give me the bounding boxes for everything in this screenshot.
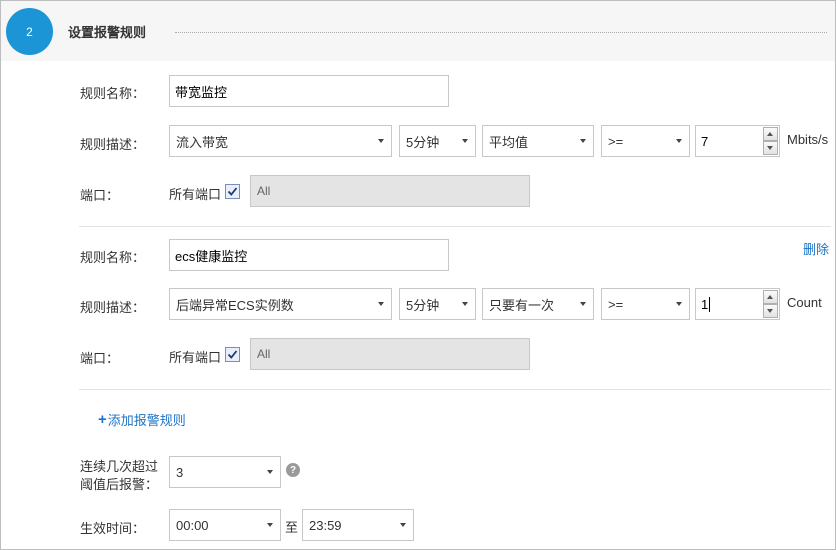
add-alarm-rule-link[interactable]: + 添加报警规则	[98, 410, 186, 429]
alarm-rules-panel: 2 设置报警规则 规则名称： 带宽监控 规则描述： 流入带宽 5分钟 平均值 >…	[0, 0, 836, 550]
step-header: 2 设置报警规则	[1, 1, 835, 61]
rule-1-threshold-value: 7	[701, 133, 709, 149]
rule-1-all-ports-checkbox[interactable]	[225, 184, 240, 199]
rule-2-metric-value: 后端异常ECS实例数	[176, 297, 294, 313]
chevron-down-icon	[580, 139, 586, 143]
rule-2-threshold-value: 1	[701, 296, 709, 312]
chevron-down-icon	[378, 302, 384, 306]
rule-1-desc-label: 规则描述：	[80, 137, 146, 152]
chevron-down-icon	[676, 302, 682, 306]
rule-1-name-label: 规则名称：	[80, 86, 146, 101]
text-cursor	[709, 296, 711, 312]
rule-2-threshold-input[interactable]: 1	[695, 288, 780, 320]
effective-time-end-select[interactable]: 23:59	[302, 509, 414, 541]
rule-1-operator-value: >=	[608, 133, 624, 149]
decrement-icon[interactable]	[763, 304, 778, 318]
trigger-count-label-line1: 连续几次超过	[80, 459, 159, 474]
increment-icon[interactable]	[763, 290, 778, 304]
rule-2-period-select[interactable]: 5分钟	[399, 288, 476, 320]
trigger-count-select[interactable]: 3	[169, 456, 281, 488]
plus-icon: +	[98, 411, 107, 428]
chevron-down-icon	[400, 523, 406, 527]
effective-time-label: 生效时间：	[80, 521, 146, 536]
rule-2-metric-select[interactable]: 后端异常ECS实例数	[169, 288, 392, 320]
rule-2-statistic-value: 只要有一次	[489, 297, 555, 313]
step-title: 设置报警规则	[68, 25, 147, 40]
rule-divider	[79, 226, 831, 227]
rule-1-metric-value: 流入带宽	[176, 134, 229, 150]
rule-1-threshold-input[interactable]: 7	[695, 125, 780, 157]
chevron-down-icon	[462, 139, 468, 143]
effective-time-to-label: 至	[285, 520, 299, 535]
chevron-down-icon	[676, 139, 682, 143]
chevron-down-icon	[378, 139, 384, 143]
rule-1-threshold-stepper	[763, 127, 778, 155]
rule-1-port-label: 端口：	[80, 188, 120, 203]
increment-icon[interactable]	[763, 127, 778, 141]
rule-1-period-select[interactable]: 5分钟	[399, 125, 476, 157]
checkmark-icon	[227, 350, 238, 359]
trigger-count-value: 3	[176, 464, 184, 480]
chevron-down-icon	[462, 302, 468, 306]
help-icon[interactable]: ?	[286, 463, 300, 477]
rule-2-all-ports-checkbox[interactable]	[225, 347, 240, 362]
rule-1-statistic-select[interactable]: 平均值	[482, 125, 594, 157]
rule-1-metric-select[interactable]: 流入带宽	[169, 125, 392, 157]
rule-2-port-label: 端口：	[80, 351, 120, 366]
rule-2-unit: Count	[787, 295, 822, 310]
rule-2-name-label: 规则名称：	[80, 250, 146, 265]
decrement-icon[interactable]	[763, 141, 778, 155]
rule-2-desc-label: 规则描述：	[80, 300, 146, 315]
rule-1-operator-select[interactable]: >=	[601, 125, 690, 157]
rule-1-all-ports-label: 所有端口	[169, 187, 222, 202]
rule-2-period-value: 5分钟	[406, 297, 440, 313]
rule-2-delete-link[interactable]: 删除	[803, 239, 829, 258]
rule-1-period-value: 5分钟	[406, 134, 440, 150]
rule-2-threshold-stepper	[763, 290, 778, 318]
chevron-down-icon	[267, 523, 273, 527]
rule-1-unit: Mbits/s	[787, 132, 829, 147]
rule-2-statistic-select[interactable]: 只要有一次	[482, 288, 594, 320]
step-number-badge: 2	[6, 8, 53, 55]
rule-2-all-ports-label: 所有端口	[169, 350, 222, 365]
chevron-down-icon	[580, 302, 586, 306]
effective-time-start-select[interactable]: 00:00	[169, 509, 281, 541]
effective-time-end-value: 23:59	[309, 517, 342, 533]
trigger-count-label-line2: 阈值后报警：	[80, 477, 159, 492]
rule-1-ports-input: All	[250, 175, 530, 207]
rule-divider	[79, 389, 831, 390]
step-title-divider	[175, 32, 827, 33]
rule-2-operator-value: >=	[608, 296, 624, 312]
rule-2-ports-input: All	[250, 338, 530, 370]
add-alarm-rule-label: 添加报警规则	[107, 413, 186, 428]
checkmark-icon	[227, 187, 238, 196]
rule-1-name-input[interactable]: 带宽监控	[169, 75, 449, 107]
effective-time-start-value: 00:00	[176, 517, 209, 533]
chevron-down-icon	[267, 470, 273, 474]
rule-1-statistic-value: 平均值	[489, 134, 529, 150]
rule-2-name-input[interactable]: ecs健康监控	[169, 239, 449, 271]
rule-2-operator-select[interactable]: >=	[601, 288, 690, 320]
